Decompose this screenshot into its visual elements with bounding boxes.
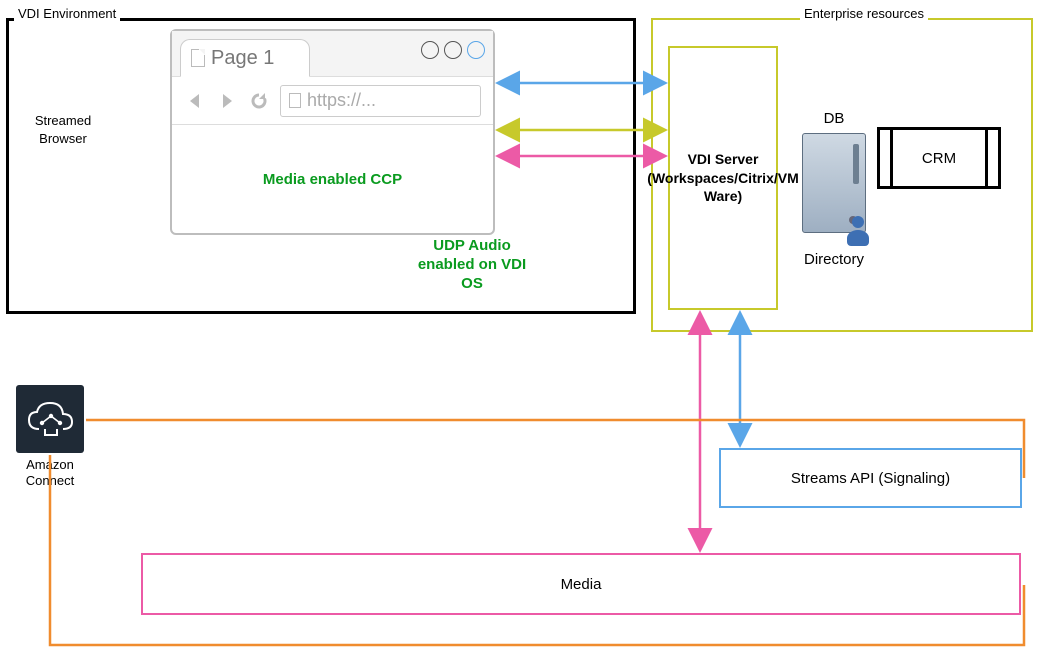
- browser-tab-label: Page 1: [211, 47, 274, 70]
- vdi-server-label: VDI Server (Workspaces/Citrix/VM Ware): [647, 150, 798, 207]
- streams-api-box: Streams API (Signaling): [719, 448, 1022, 508]
- browser-tabbar: Page 1: [172, 31, 493, 77]
- crm-box: CRM: [877, 127, 1001, 189]
- browser-tab[interactable]: Page 1: [180, 39, 310, 77]
- browser-toolbar: https://...: [172, 77, 493, 125]
- address-bar[interactable]: https://...: [280, 85, 481, 117]
- person-icon: [845, 216, 871, 246]
- address-bar-placeholder: https://...: [307, 90, 376, 111]
- udp-audio-note: UDP Audio enabled on VDI OS: [407, 237, 537, 293]
- vdi-environment-title: VDI Environment: [14, 6, 120, 21]
- server-tower-icon: [802, 133, 866, 233]
- amazon-connect-icon: [16, 385, 84, 453]
- media-label: Media: [561, 576, 602, 593]
- back-icon[interactable]: [184, 90, 206, 112]
- media-enabled-ccp-text: Media enabled CCP: [263, 171, 402, 188]
- page-icon: [289, 93, 301, 108]
- reload-icon[interactable]: [248, 90, 270, 112]
- streamed-browser-mockup: Page 1 https://... Media enabled CCP: [170, 29, 495, 235]
- window-control-icon[interactable]: [444, 41, 462, 59]
- crm-label: CRM: [922, 150, 956, 167]
- window-control-icon[interactable]: [421, 41, 439, 59]
- db-directory-group: DB Directory: [790, 110, 878, 268]
- amazon-connect-label: Amazon Connect: [12, 457, 88, 488]
- db-label: DB: [790, 110, 878, 127]
- vdi-server-box: VDI Server (Workspaces/Citrix/VM Ware): [668, 46, 778, 310]
- streamed-browser-label: Streamed Browser: [23, 112, 103, 147]
- enterprise-resources-title: Enterprise resources: [800, 6, 928, 21]
- streams-api-label: Streams API (Signaling): [791, 470, 950, 487]
- page-icon: [191, 49, 205, 67]
- directory-label: Directory: [790, 251, 878, 268]
- window-control-icon[interactable]: [467, 41, 485, 59]
- forward-icon[interactable]: [216, 90, 238, 112]
- media-box: Media: [141, 553, 1021, 615]
